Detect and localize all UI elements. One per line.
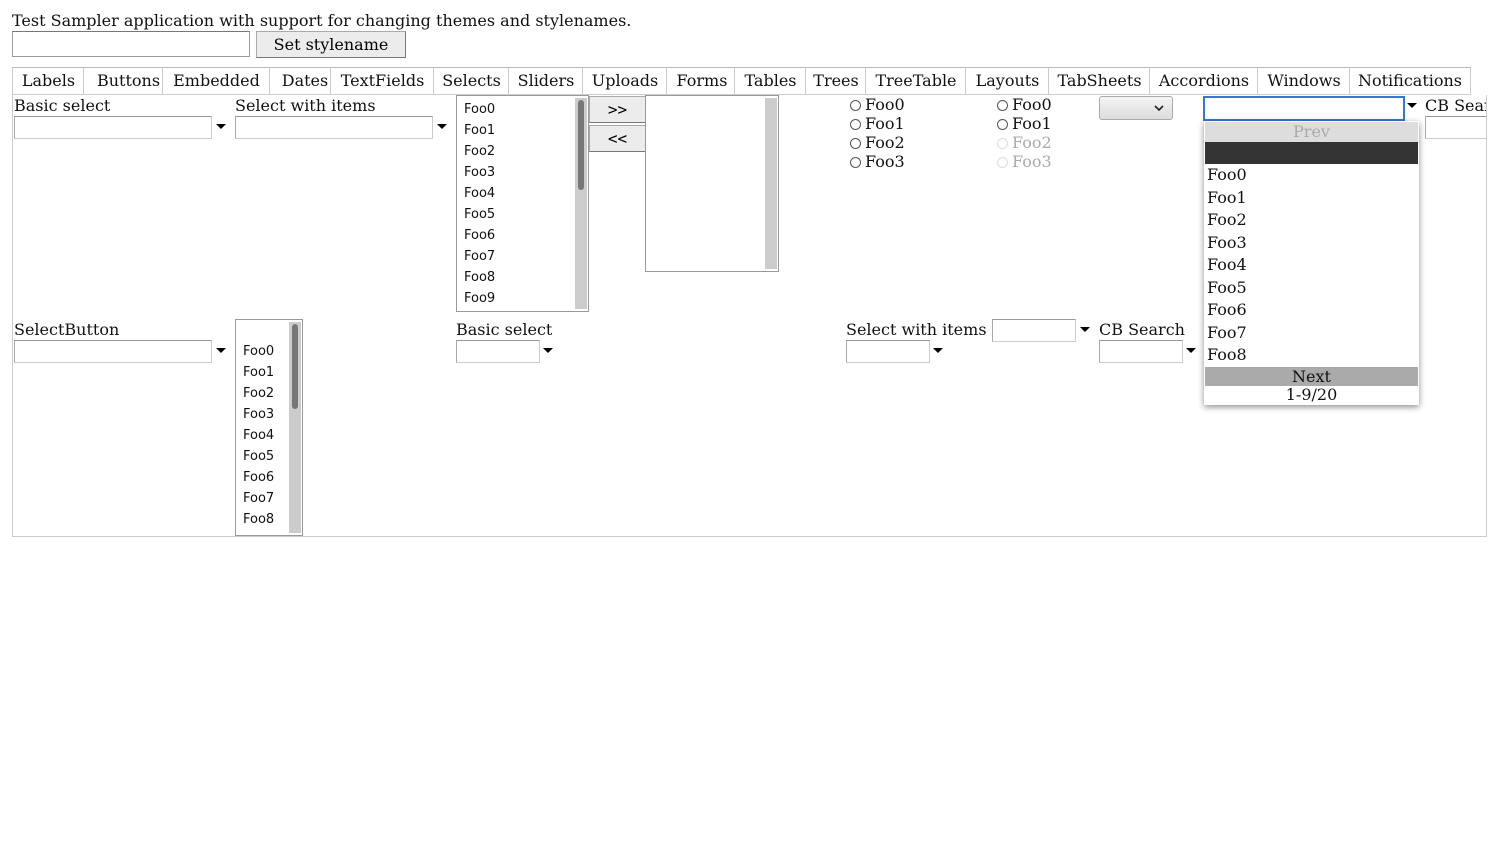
popup-item[interactable]: Foo5 [1204,277,1419,300]
radio-circle-icon[interactable] [850,100,861,111]
cb-search-combobox[interactable] [1425,116,1486,139]
tab-selects[interactable]: Selects [433,68,509,95]
dropdown-arrow-icon[interactable] [1186,348,1196,353]
list-item[interactable]: Foo6 [457,225,588,246]
list-item[interactable]: Foo2 [457,141,588,162]
popup-item[interactable]: Foo3 [1204,232,1419,255]
radio-circle-icon[interactable] [997,119,1008,130]
radio-option[interactable]: Foo3 [850,152,905,171]
radio-option[interactable]: Foo1 [850,114,905,133]
basic-select-2-combobox[interactable] [456,340,540,363]
select-with-items-label: Select with items [235,96,376,115]
inline-combobox[interactable] [992,319,1076,342]
select-button-label: SelectButton [14,320,120,339]
tab-forms[interactable]: Forms [666,68,737,95]
list-item[interactable]: Foo0 [457,99,588,120]
select-button-combobox[interactable] [14,340,212,363]
scrollbar-thumb[interactable] [292,324,298,409]
list-item[interactable]: Foo8 [457,267,588,288]
tab-bar: Labels Buttons Embedded Dates TextFields… [12,67,1471,96]
basic-select-2-label: Basic select [456,320,553,339]
intro-text: Test Sampler application with support fo… [12,11,632,30]
filtering-select-input[interactable] [1203,96,1405,121]
tab-sliders[interactable]: Sliders [508,68,583,95]
list-item[interactable]: Foo4 [457,183,588,204]
radio-option-disabled: Foo2 [997,133,1052,152]
tab-treetable[interactable]: TreeTable [865,68,966,95]
popup-page-status: 1-9/20 [1285,384,1338,404]
scrollbar[interactable] [765,98,777,269]
twincol-add-button[interactable]: >> [589,96,646,123]
select-with-items-2-combobox[interactable] [846,340,930,363]
tab-tables[interactable]: Tables [734,68,806,95]
list-select-2[interactable]: Foo0 Foo1 Foo2 Foo3 Foo4 Foo5 Foo6 Foo7 … [235,319,303,536]
stylename-input[interactable] [12,31,250,57]
radio-circle-icon[interactable] [850,119,861,130]
radio-option-disabled: Foo3 [997,152,1052,171]
twincol-remove-button[interactable]: << [589,125,646,152]
chevron-down-icon [1154,105,1164,112]
cb-search-label: CB Search [1425,96,1486,115]
popup-item[interactable]: Foo2 [1204,209,1419,232]
popup-item[interactable]: Foo4 [1204,254,1419,277]
list-item[interactable]: Foo1 [457,120,588,141]
radio-option[interactable]: Foo0 [997,95,1052,114]
tab-notifications[interactable]: Notifications [1349,68,1471,95]
radio-option[interactable]: Foo1 [997,114,1052,133]
list-select[interactable]: Foo0 Foo1 Foo2 Foo3 Foo4 Foo5 Foo6 Foo7 … [456,95,589,312]
tab-uploads[interactable]: Uploads [582,68,667,95]
tab-accordions[interactable]: Accordions [1149,68,1258,95]
basic-select-label: Basic select [14,96,111,115]
popup-item[interactable]: Foo7 [1204,322,1419,345]
radio-circle-icon[interactable] [850,157,861,168]
dropdown-arrow-icon[interactable] [216,124,226,129]
list-item[interactable]: Foo3 [457,162,588,183]
radio-circle-icon [997,157,1008,168]
popup-item[interactable]: Foo1 [1204,187,1419,210]
next-page-button[interactable]: Next [1205,366,1418,386]
scrollbar[interactable] [289,322,301,533]
selected-empty-item[interactable] [1205,142,1418,164]
cb-search-2-combobox[interactable] [1099,340,1183,363]
radio-option[interactable]: Foo2 [850,133,905,152]
popup-item[interactable]: Foo6 [1204,299,1419,322]
popup-item[interactable]: Foo0 [1204,164,1419,187]
basic-select-combobox[interactable] [14,116,212,139]
tab-textfields[interactable]: TextFields [330,68,434,95]
twincol-selected-list[interactable] [645,95,779,272]
tab-labels[interactable]: Labels [12,68,84,95]
select-with-items-2-label: Select with items [846,320,987,339]
radio-circle-icon[interactable] [850,138,861,149]
set-stylename-button[interactable]: Set stylename [256,31,406,58]
tab-trees[interactable]: Trees [805,68,866,95]
dropdown-arrow-icon[interactable] [543,348,553,353]
dropdown-arrow-icon[interactable] [1080,327,1090,332]
tab-layouts[interactable]: Layouts [965,68,1049,95]
select-with-items-combobox[interactable] [235,116,433,139]
prev-page-button[interactable]: Prev [1205,122,1418,142]
scrollbar[interactable] [575,98,587,309]
tab-windows[interactable]: Windows [1257,68,1350,95]
tab-buttons[interactable]: Buttons [83,68,173,95]
popup-item[interactable]: Foo8 [1204,344,1419,367]
radio-circle-icon [997,138,1008,149]
suggestion-popup: Prev Foo0 Foo1 Foo2 Foo3 Foo4 Foo5 Foo6 … [1204,121,1419,405]
dropdown-arrow-icon[interactable] [933,348,943,353]
radio-circle-icon[interactable] [997,100,1008,111]
native-select[interactable] [1099,96,1173,120]
dropdown-arrow-icon[interactable] [437,124,447,129]
tab-embedded[interactable]: Embedded [162,68,270,95]
list-item[interactable]: Foo7 [457,246,588,267]
cb-search-2-label: CB Search [1099,320,1185,339]
radio-option[interactable]: Foo0 [850,95,905,114]
tab-tabsheets[interactable]: TabSheets [1048,68,1150,95]
list-item[interactable]: Foo5 [457,204,588,225]
list-item[interactable]: Foo9 [457,288,588,309]
dropdown-arrow-icon[interactable] [216,348,226,353]
dropdown-arrow-icon[interactable] [1407,103,1417,108]
scrollbar-thumb[interactable] [578,100,584,190]
